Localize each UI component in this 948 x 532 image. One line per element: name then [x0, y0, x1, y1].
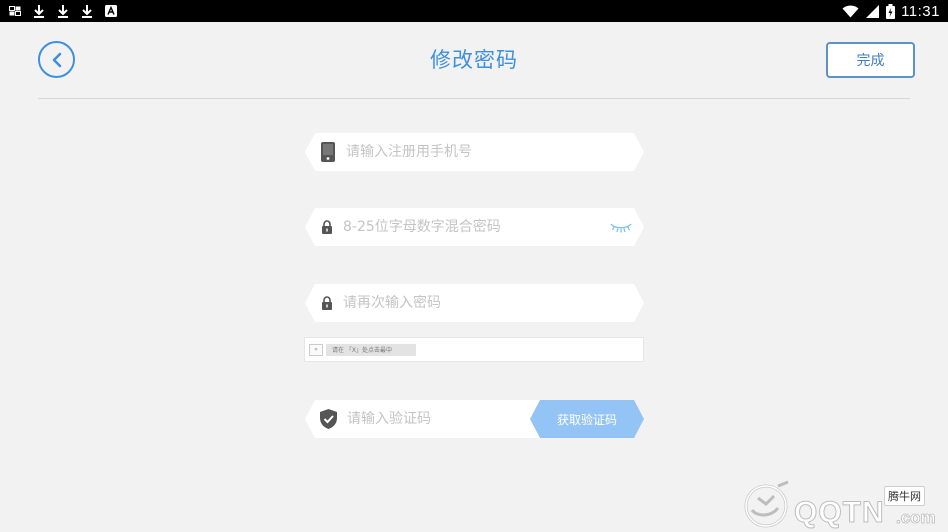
page-title: 修改密码 — [430, 48, 518, 72]
wifi-icon — [841, 3, 859, 19]
watermark-suffix: .com — [896, 508, 936, 528]
watermark-brand: QQTN — [794, 496, 885, 530]
header-divider — [38, 98, 910, 99]
signal-icon — [865, 3, 879, 19]
phone-input[interactable] — [346, 133, 644, 171]
shield-check-icon — [319, 408, 337, 430]
get-code-button[interactable]: 获取验证码 — [530, 400, 644, 438]
password-input[interactable] — [343, 208, 608, 246]
download-icon — [32, 3, 46, 19]
confirm-password-input[interactable] — [343, 284, 644, 322]
eye-closed-icon[interactable] — [608, 219, 634, 235]
captcha-widget[interactable]: » 请在 「X」处点击最中 — [304, 337, 644, 362]
lock-icon — [319, 292, 335, 314]
battery-icon — [885, 3, 895, 19]
gallery-icon — [8, 3, 22, 19]
status-bar: 11:31 — [0, 0, 948, 22]
lock-icon — [319, 216, 335, 238]
password-field[interactable] — [305, 208, 644, 246]
status-bar-system: 11:31 — [841, 3, 940, 20]
done-button[interactable]: 完成 — [826, 42, 915, 78]
status-bar-notifications — [8, 3, 118, 19]
watermark-logo: 腾牛网 QQTN .com — [738, 478, 943, 530]
download-icon — [56, 3, 70, 19]
captcha-hint: 请在 「X」处点击最中 — [326, 343, 416, 356]
confirm-password-field[interactable] — [305, 284, 644, 322]
phone-icon — [320, 141, 336, 163]
download-icon — [80, 3, 94, 19]
watermark-badge: 腾牛网 — [884, 486, 925, 506]
captcha-refresh-icon[interactable]: » — [309, 343, 323, 356]
qqtn-logo-icon — [744, 480, 789, 528]
app-icon — [104, 3, 118, 19]
phone-field[interactable] — [305, 133, 644, 171]
status-time: 11:31 — [901, 2, 940, 20]
